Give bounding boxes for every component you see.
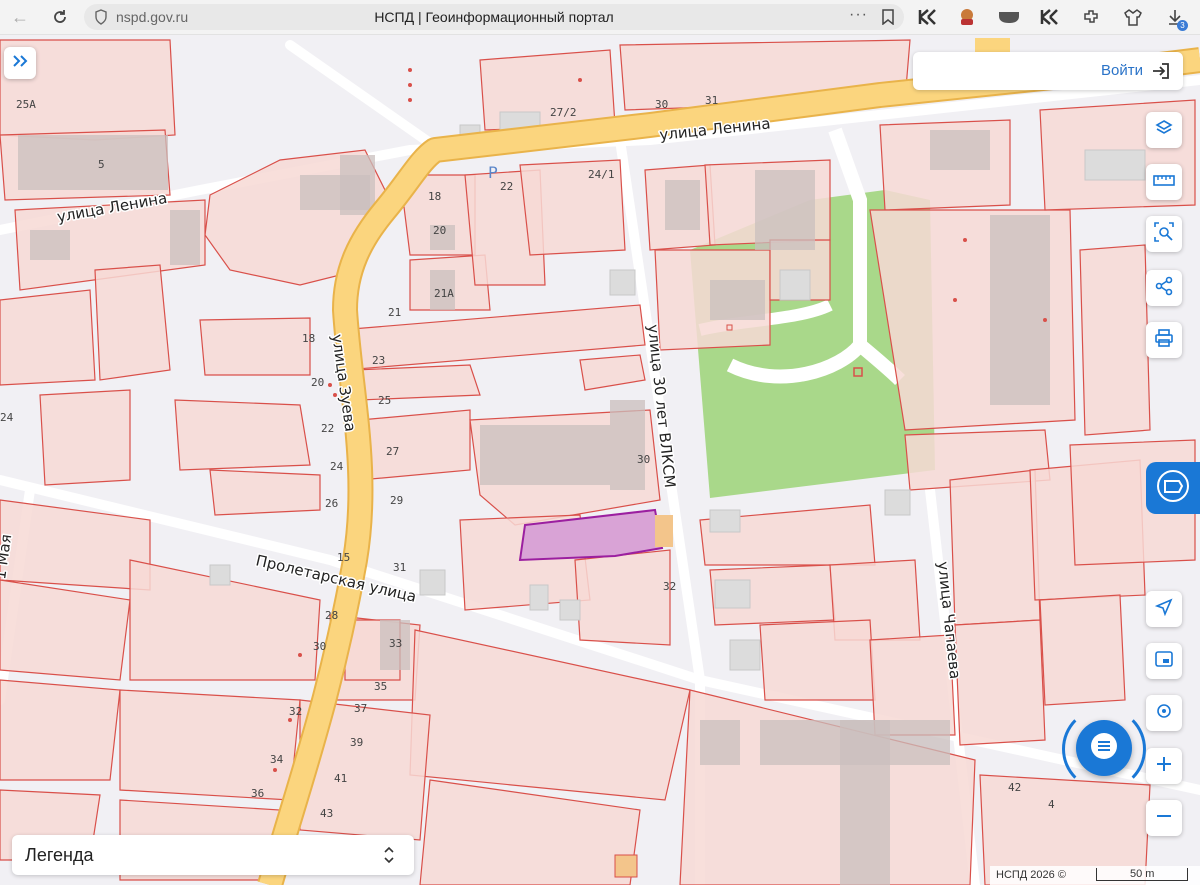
svg-text:27: 27 (386, 445, 399, 458)
share-icon (1154, 276, 1174, 301)
back-icon[interactable]: ← (8, 5, 32, 29)
measure-button[interactable] (1146, 164, 1182, 200)
svg-text:27/2: 27/2 (550, 106, 577, 119)
svg-text:15: 15 (337, 551, 350, 564)
extension-pocket-icon[interactable] (998, 6, 1020, 28)
svg-text:18: 18 (302, 332, 315, 345)
gps-button[interactable] (1146, 695, 1182, 731)
share-button[interactable] (1146, 270, 1182, 306)
bookmark-icon[interactable] (882, 9, 894, 30)
layers-button[interactable] (1146, 112, 1182, 148)
svg-text:21: 21 (388, 306, 401, 319)
ruler-icon (1153, 173, 1175, 192)
svg-text:24/1: 24/1 (588, 168, 615, 181)
svg-text:37: 37 (354, 702, 367, 715)
address-bar[interactable]: nspd.gov.ru НСПД | Геоинформационный пор… (84, 4, 904, 30)
svg-text:31: 31 (705, 94, 718, 107)
svg-text:36: 36 (251, 787, 264, 800)
downloads-icon[interactable]: 3 (1164, 6, 1188, 31)
area-search-button[interactable] (1146, 216, 1182, 252)
login-label: Войти (1101, 62, 1143, 79)
svg-text:33: 33 (389, 637, 402, 650)
svg-text:22: 22 (500, 180, 513, 193)
svg-text:4: 4 (1048, 798, 1055, 811)
login-icon (1151, 62, 1171, 85)
more-icon[interactable]: ··· (849, 6, 868, 24)
svg-text:32: 32 (663, 580, 676, 593)
map-svg: улица Ленина улица Ленина улица Зуева Пр… (0, 38, 1200, 885)
expand-icon (12, 54, 28, 73)
layers-icon (1154, 118, 1174, 143)
reload-icon[interactable] (48, 5, 72, 29)
svg-text:20: 20 (433, 224, 446, 237)
zoom-in-button[interactable] (1146, 748, 1182, 784)
svg-text:39: 39 (350, 736, 363, 749)
gps-icon (1154, 701, 1174, 726)
locate-icon (1154, 597, 1173, 621)
svg-text:41: 41 (334, 772, 347, 785)
browser-toolbar: ← nspd.gov.ru НСПД | Геоинформационный п… (0, 0, 1200, 35)
svg-text:34: 34 (270, 753, 284, 766)
shirt-icon[interactable] (1122, 6, 1144, 28)
extensions-puzzle-icon[interactable] (1080, 6, 1102, 28)
portal-side-tab[interactable] (1146, 462, 1200, 514)
navigate-button[interactable] (1146, 591, 1182, 627)
extension-k-icon[interactable] (916, 6, 938, 28)
split-view-button[interactable] (1146, 643, 1182, 679)
svg-text:20: 20 (311, 376, 324, 389)
zoom-in-icon (1156, 756, 1172, 777)
svg-text:18: 18 (428, 190, 441, 203)
svg-text:32: 32 (289, 705, 302, 718)
svg-text:21А: 21А (434, 287, 454, 300)
login-button[interactable]: Войти (913, 52, 1183, 90)
extension-k2-icon[interactable] (1038, 6, 1060, 28)
document-icon (1156, 469, 1190, 508)
page-title: НСПД | Геоинформационный портал (374, 9, 614, 25)
print-button[interactable] (1146, 322, 1182, 358)
legend-panel[interactable]: Легенда (12, 835, 414, 875)
map-canvas[interactable]: улица Ленина улица Ленина улица Зуева Пр… (0, 35, 1200, 885)
svg-text:29: 29 (390, 494, 403, 507)
svg-text:24: 24 (0, 411, 14, 424)
parking-label: P (488, 163, 498, 182)
map-attribution: НСПД 2026 © 50 m (990, 866, 1200, 885)
svg-text:31: 31 (393, 561, 406, 574)
svg-text:43: 43 (320, 807, 333, 820)
adjacent-structure (655, 515, 673, 547)
expand-panel-button[interactable] (4, 47, 36, 79)
legend-label: Легенда (25, 845, 94, 865)
chevron-updown-icon (384, 846, 394, 869)
search-area-icon (1153, 221, 1175, 248)
svg-text:26: 26 (325, 497, 338, 510)
svg-text:22: 22 (321, 422, 334, 435)
zoom-out-button[interactable] (1146, 800, 1182, 836)
svg-text:23: 23 (372, 354, 385, 367)
extension-avatar-icon[interactable] (956, 6, 978, 28)
svg-text:30: 30 (655, 98, 668, 111)
svg-text:30: 30 (637, 453, 650, 466)
svg-text:25А: 25А (16, 98, 36, 111)
svg-text:5: 5 (98, 158, 105, 171)
chat-icon (1088, 730, 1120, 767)
svg-text:24: 24 (330, 460, 344, 473)
svg-text:42: 42 (1008, 781, 1021, 794)
scale-label: 50 m (1130, 868, 1155, 880)
zoom-out-icon (1156, 808, 1172, 829)
chat-button[interactable] (1076, 720, 1132, 776)
svg-text:28: 28 (325, 609, 338, 622)
svg-text:25: 25 (378, 394, 391, 407)
split-icon (1154, 650, 1174, 673)
copyright-text: НСПД 2026 © (996, 869, 1066, 881)
downloads-badge: 3 (1177, 20, 1188, 31)
svg-text:30: 30 (313, 640, 326, 653)
svg-text:35: 35 (374, 680, 387, 693)
print-icon (1154, 328, 1174, 353)
